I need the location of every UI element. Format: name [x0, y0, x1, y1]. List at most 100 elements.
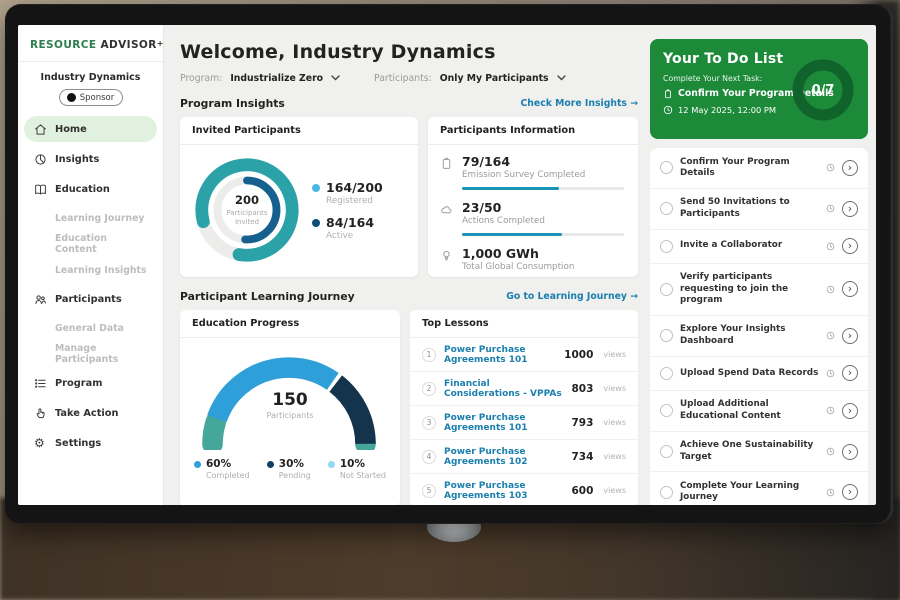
- task-row-invite-collaborator[interactable]: Invite a Collaborator ›: [650, 230, 868, 264]
- legend-item: 164/200 Registered: [312, 180, 383, 206]
- sidebar-item-label: Take Action: [55, 408, 118, 419]
- sidebar-item-home[interactable]: Home: [24, 116, 157, 142]
- sidebar-item-insights[interactable]: Insights: [24, 146, 157, 172]
- completed-dot: [194, 461, 201, 468]
- todo-progress-value: 0/7: [790, 57, 856, 123]
- insights-icon: [34, 153, 47, 166]
- task-label: Confirm Your Program Details: [680, 157, 819, 180]
- task-row-send-invitations[interactable]: Send 50 Invitations to Participants ›: [650, 189, 868, 230]
- donut-center-value: 200: [235, 193, 259, 207]
- sidebar-item-education-content[interactable]: Education Content: [24, 232, 157, 256]
- task-row-upload-spend-data[interactable]: Upload Spend Data Records ›: [650, 357, 868, 391]
- todo-panel: Your To Do List Complete Your Next Task:…: [650, 25, 876, 505]
- program-filter-label: Program:: [180, 73, 222, 84]
- task-checkbox[interactable]: [660, 367, 673, 380]
- chevron-right-button[interactable]: ›: [842, 238, 858, 254]
- views-count: 600: [571, 485, 593, 497]
- education-progress-card: Education Progress 150 Participants: [180, 310, 400, 505]
- task-checkbox[interactable]: [660, 240, 673, 253]
- task-label: Upload Spend Data Records: [680, 368, 819, 379]
- todo-task-list: Confirm Your Program Details › Send 50 I…: [650, 148, 868, 505]
- task-row-achieve-target[interactable]: Achieve One Sustainability Target ›: [650, 432, 868, 473]
- not-started-dot: [328, 461, 335, 468]
- go-to-learning-journey-link[interactable]: Go to Learning Journey →: [506, 291, 638, 302]
- participants-filter[interactable]: Participants: Only My Participants: [374, 73, 566, 84]
- invited-legend: 164/200 Registered 84/164 Active: [312, 171, 383, 250]
- task-row-verify-participants[interactable]: Verify participants requesting to join t…: [650, 264, 868, 316]
- main-content: Welcome, Industry Dynamics Program: Indu…: [164, 25, 650, 505]
- chevron-right-button[interactable]: ›: [842, 444, 858, 460]
- chevron-right-button[interactable]: ›: [842, 484, 858, 500]
- clock-icon: [826, 406, 835, 415]
- gauge-center-label: Participants: [267, 411, 314, 420]
- program-filter-value: Industrialize Zero: [230, 73, 323, 84]
- lesson-link[interactable]: Power Purchase Agreements 102: [444, 447, 563, 467]
- chevron-right-button[interactable]: ›: [842, 328, 858, 344]
- task-checkbox[interactable]: [660, 283, 673, 296]
- sidebar-item-label: Settings: [55, 438, 101, 449]
- task-checkbox[interactable]: [660, 161, 673, 174]
- task-checkbox[interactable]: [660, 202, 673, 215]
- views-suffix: views: [603, 418, 626, 427]
- task-row-complete-learning-journey[interactable]: Complete Your Learning Journey ›: [650, 472, 868, 505]
- sidebar-item-learning-journey[interactable]: Learning Journey: [24, 206, 157, 230]
- task-row-explore-insights[interactable]: Explore Your Insights Dashboard ›: [650, 316, 868, 357]
- chevron-right-button[interactable]: ›: [842, 365, 858, 381]
- chevron-down-icon: [331, 73, 340, 84]
- lesson-link[interactable]: Power Purchase Agreements 101: [444, 413, 563, 433]
- todo-progress-ring: 0/7: [790, 57, 856, 123]
- task-label: Upload Additional Educational Content: [680, 399, 819, 422]
- clock-icon: [826, 331, 835, 340]
- chevron-right-button[interactable]: ›: [842, 160, 858, 176]
- views-count: 793: [571, 417, 593, 429]
- lesson-link[interactable]: Power Purchase Agreements 103: [444, 481, 563, 501]
- task-checkbox[interactable]: [660, 445, 673, 458]
- program-filter[interactable]: Program: Industrialize Zero: [180, 73, 340, 84]
- arrow-right-icon: →: [630, 98, 638, 109]
- sidebar-item-settings[interactable]: ⚙ Settings: [24, 430, 157, 456]
- chevron-right-button[interactable]: ›: [842, 201, 858, 217]
- sidebar-item-take-action[interactable]: Take Action: [24, 400, 157, 426]
- task-checkbox[interactable]: [660, 329, 673, 342]
- card-title: Top Lessons: [410, 310, 638, 338]
- task-row-upload-educational-content[interactable]: Upload Additional Educational Content ›: [650, 391, 868, 432]
- sidebar: RESOURCE ADVISOR+ Industry Dynamics Spon…: [18, 25, 164, 505]
- task-label: Explore Your Insights Dashboard: [680, 324, 819, 347]
- sidebar-item-general-data[interactable]: General Data: [24, 316, 157, 340]
- chevron-right-button[interactable]: ›: [842, 281, 858, 297]
- sidebar-item-label: Program: [55, 378, 102, 389]
- sidebar-item-program[interactable]: Program: [24, 370, 157, 396]
- sidebar-item-participants[interactable]: Participants: [24, 286, 157, 312]
- sidebar-item-manage-participants[interactable]: Manage Participants: [24, 342, 157, 366]
- sponsor-label: Sponsor: [80, 93, 115, 103]
- views-count: 803: [571, 383, 593, 395]
- sidebar-item-education[interactable]: Education: [24, 176, 157, 202]
- clock-icon: [826, 488, 835, 497]
- legend-value: 164/200: [326, 180, 383, 195]
- sponsor-badge[interactable]: Sponsor: [59, 89, 123, 106]
- sidebar-item-label: Home: [55, 124, 87, 135]
- check-more-insights-link[interactable]: Check More Insights →: [520, 98, 638, 109]
- task-checkbox[interactable]: [660, 486, 673, 499]
- chevron-right-button[interactable]: ›: [842, 403, 858, 419]
- gauge-center-value: 150: [272, 390, 308, 410]
- rank-badge: 5: [422, 484, 436, 498]
- rank-badge: 4: [422, 450, 436, 464]
- gear-icon: ⚙: [34, 437, 47, 450]
- task-label: Invite a Collaborator: [680, 240, 819, 251]
- sidebar-item-label: Education: [55, 184, 110, 195]
- take-action-icon: [34, 407, 47, 420]
- clock-icon: [826, 369, 835, 378]
- lesson-link[interactable]: Financial Considerations - VPPAs: [444, 379, 563, 399]
- lesson-link[interactable]: Power Purchase Agreements 101: [444, 345, 556, 365]
- sidebar-item-learning-insights[interactable]: Learning Insights: [24, 258, 157, 282]
- task-checkbox[interactable]: [660, 404, 673, 417]
- filters-row: Program: Industrialize Zero Participants…: [180, 73, 638, 84]
- legend-label: Pending: [279, 471, 311, 480]
- legend-item: 30% Pending: [267, 458, 311, 480]
- legend-value: 30%: [279, 458, 311, 470]
- views-count: 734: [571, 451, 593, 463]
- stat-value: 79/164: [462, 154, 624, 169]
- task-row-confirm-program[interactable]: Confirm Your Program Details ›: [650, 148, 868, 189]
- logo-plus: +: [157, 39, 164, 48]
